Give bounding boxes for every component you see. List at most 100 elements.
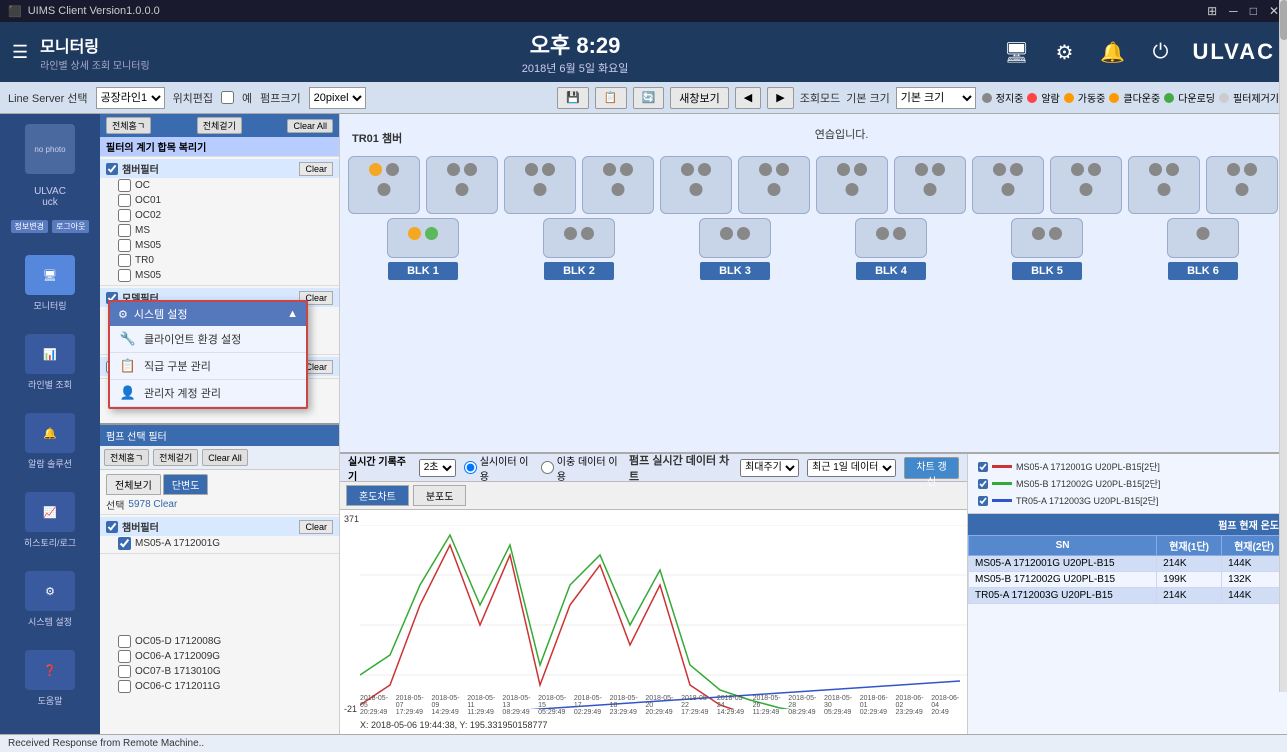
row3-sn: TR05-A 1712003G U20PL-B15: [969, 588, 1157, 604]
recent-select[interactable]: 최근 1일 데이터: [807, 459, 896, 477]
maximize-btn[interactable]: □: [1250, 4, 1257, 18]
blk2-chamber1: [504, 156, 576, 214]
blk6-chamber2: [1206, 156, 1278, 214]
user-name: uck: [34, 197, 66, 208]
close-btn[interactable]: ✕: [1269, 4, 1279, 18]
header-sub-title: 라인별 상세 조회 모니터링: [40, 57, 150, 72]
ctx-level-label: 직급 구분 관리: [144, 358, 211, 374]
ms-check[interactable]: [118, 224, 131, 237]
status-filter-dot: [1219, 93, 1229, 103]
sidebar-item-line[interactable]: 📊 라인별 조회: [19, 328, 81, 397]
oc02-check[interactable]: [118, 209, 131, 222]
realtime-select[interactable]: 2초: [419, 459, 456, 477]
row3-val2: 144K: [1222, 588, 1287, 604]
line-server-select[interactable]: 공장라인1: [96, 87, 165, 109]
all-stop-bottom-btn[interactable]: 전체겉기: [153, 449, 198, 466]
ms05b-check[interactable]: [118, 269, 131, 282]
oc-check[interactable]: [118, 179, 131, 192]
oc05d-check[interactable]: [118, 635, 131, 648]
blk6-label: BLK 6: [1168, 262, 1238, 280]
x-coord-label: X: 2018-05-06 19:44:38, Y: 195.331950158…: [360, 720, 548, 730]
tab-single-view[interactable]: 단변도: [163, 474, 209, 495]
scrollbar[interactable]: [1279, 454, 1287, 692]
status-alarm-label: 알람: [1041, 90, 1059, 105]
practice-label: 연습입니다.: [815, 129, 869, 141]
sidebar-item-alarm[interactable]: 🔔 알람 솔루션: [19, 407, 81, 476]
minimize-btn[interactable]: ─: [1229, 4, 1238, 18]
blk4-chamber2: [894, 156, 966, 214]
chamber-filter-check[interactable]: [106, 163, 118, 175]
tr01-label: TR01 챔버: [352, 130, 402, 146]
header-time: 오후 8:29: [522, 28, 629, 60]
legend-label-2: MS05-B 1712002G U20PL-B15[2단]: [1016, 477, 1160, 490]
header-date: 2018년 6월 5일 화요일: [522, 60, 629, 76]
power-icon[interactable]: ⏻: [1144, 36, 1176, 68]
all-refresh-bottom-btn[interactable]: 전체홈ㄱ: [104, 449, 149, 466]
sidebar: no photo ULVAC uck 정보변경 로그아웃 🖥 모니터링 📊 라인…: [0, 114, 100, 734]
sidebar-settings-label: 시스템 설정: [28, 615, 72, 628]
status-bar: Received Response from Remote Machine..: [0, 734, 1287, 752]
logout-btn[interactable]: 로그아웃: [52, 220, 89, 233]
ms05-check[interactable]: [118, 239, 131, 252]
legend-row-3: TR05-A 1712003G U20PL-B15[2단]: [974, 492, 1281, 509]
oc06c-check[interactable]: [118, 680, 131, 693]
ctx-item-client-settings[interactable]: 🔧 클라이언트 환경 설정: [110, 326, 306, 353]
copy-button[interactable]: 📋: [595, 87, 627, 109]
view-size-select[interactable]: 기본 크기: [896, 87, 976, 109]
oc07b-check[interactable]: [118, 665, 131, 678]
yes-checkbox[interactable]: [221, 91, 234, 104]
new-window-button[interactable]: 새창보기: [670, 87, 728, 109]
refresh-button[interactable]: 🔄: [633, 87, 665, 109]
chart-svg: [360, 525, 967, 709]
sidebar-item-help[interactable]: ❓ 도움말: [19, 644, 81, 713]
th-val2: 현재(2단): [1222, 536, 1287, 556]
bell-icon[interactable]: 🔔: [1096, 36, 1128, 68]
chart-tab-temp[interactable]: 혼도차트: [346, 485, 409, 506]
blk1-container: BLK 1: [348, 156, 498, 280]
output-radio[interactable]: [541, 461, 554, 474]
tab-all-view[interactable]: 전체보기: [106, 474, 161, 495]
blk4-chamber1: [816, 156, 888, 214]
all-stop-top-btn[interactable]: 전체겉기: [197, 117, 242, 134]
settings-btn[interactable]: 정보변경: [11, 220, 48, 233]
monitor-icon[interactable]: 🖥: [1000, 36, 1032, 68]
sidebar-item-monitoring[interactable]: 🖥 모니터링: [19, 249, 81, 318]
chamber-filter-clear-btn[interactable]: Clear: [299, 162, 333, 176]
clear-all-top-btn[interactable]: Clear All: [287, 119, 333, 133]
ms05a-check[interactable]: [118, 537, 131, 550]
context-menu-header: ⚙ 시스템 설정 ▲: [110, 302, 306, 326]
bottom-chamber-check[interactable]: [106, 521, 118, 533]
view-mode-label: 조회모드: [800, 90, 840, 106]
legend-check-1[interactable]: [978, 462, 988, 472]
ctx-item-admin-mgmt[interactable]: 👤 관리자 계정 관리: [110, 380, 306, 407]
company-name: ULVAC: [34, 186, 66, 197]
ctx-admin-label: 관리자 계정 관리: [144, 385, 221, 401]
filter-count-label: 5978 Clear: [128, 499, 177, 510]
max-select[interactable]: 최대주기: [740, 459, 799, 477]
legend-check-3[interactable]: [978, 496, 988, 506]
chart-refresh-btn[interactable]: 차트 갱신: [904, 457, 959, 479]
tr0-check[interactable]: [118, 254, 131, 267]
settings-icon[interactable]: ⚙: [1048, 36, 1080, 68]
save-button[interactable]: 💾: [557, 87, 589, 109]
simulator-radio[interactable]: [464, 461, 477, 474]
chart-tab-dist[interactable]: 분포도: [413, 485, 467, 506]
sidebar-item-history[interactable]: 📈 히스토리/로그: [18, 486, 82, 555]
oc01-check[interactable]: [118, 194, 131, 207]
left-arrow-button[interactable]: ◀: [735, 87, 761, 109]
status-download-dot: [1164, 93, 1174, 103]
all-refresh-top-btn[interactable]: 전체홈ㄱ: [106, 117, 151, 134]
pump-size-select[interactable]: 20pixel: [309, 87, 366, 109]
clear-all-bottom-btn[interactable]: Clear All: [202, 449, 248, 466]
oc06a-check[interactable]: [118, 650, 131, 663]
status-alarm-dot: [1027, 93, 1037, 103]
legend-check-2[interactable]: [978, 479, 988, 489]
ctx-item-level-mgmt[interactable]: 📋 직급 구분 관리: [110, 353, 306, 380]
hamburger-menu[interactable]: ☰: [12, 42, 28, 63]
chart-right-panel: MS05-A 1712001G U20PL-B15[2단] MS05-B 171…: [967, 454, 1287, 734]
right-arrow-button[interactable]: ▶: [767, 87, 793, 109]
bottom-chamber-clear-btn[interactable]: Clear: [299, 520, 333, 534]
tr0-label: TR0: [135, 255, 154, 266]
row1-val1: 214K: [1157, 556, 1222, 572]
sidebar-item-settings[interactable]: ⚙ 시스템 설정: [19, 565, 81, 634]
